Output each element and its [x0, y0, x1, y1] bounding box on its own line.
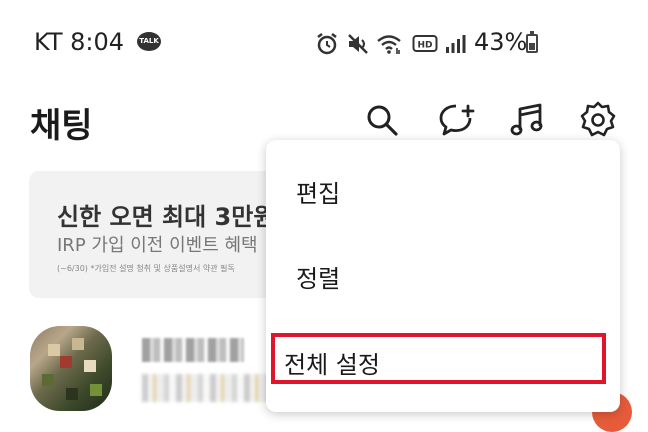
svg-text:HD: HD — [417, 41, 432, 51]
menu-item-edit[interactable]: 편집 — [296, 174, 340, 209]
battery-icon — [526, 31, 538, 53]
battery-percent: 43% — [474, 28, 528, 56]
banner-subtitle: IRP 가입 이전 이벤트 혜택 — [57, 235, 258, 256]
status-bar: KT 8:04 TALK HD 43% — [0, 0, 648, 84]
carrier-time: KT 8:04 — [34, 28, 125, 56]
banner-fine-print: (~6/30) *가입전 설명 청취 및 상품설명서 약관 필독 — [57, 264, 235, 273]
new-chat-icon[interactable] — [438, 100, 478, 140]
avatar — [30, 326, 112, 411]
banner-title: 신한 오면 최대 3만원 — [57, 203, 276, 231]
page-title: 채팅 — [30, 106, 93, 146]
hd-voice-icon: HD — [412, 35, 438, 52]
signal-icon — [446, 35, 466, 53]
menu-item-sort[interactable]: 정렬 — [296, 259, 340, 294]
mute-icon — [348, 34, 368, 54]
settings-icon[interactable] — [578, 100, 618, 140]
wifi-icon — [377, 35, 401, 54]
search-icon[interactable] — [362, 100, 402, 140]
chat-name-redacted — [142, 338, 244, 362]
highlight-box — [271, 333, 606, 384]
music-icon[interactable] — [508, 100, 548, 140]
talk-notification-icon: TALK — [137, 32, 161, 51]
alarm-icon — [317, 33, 337, 55]
